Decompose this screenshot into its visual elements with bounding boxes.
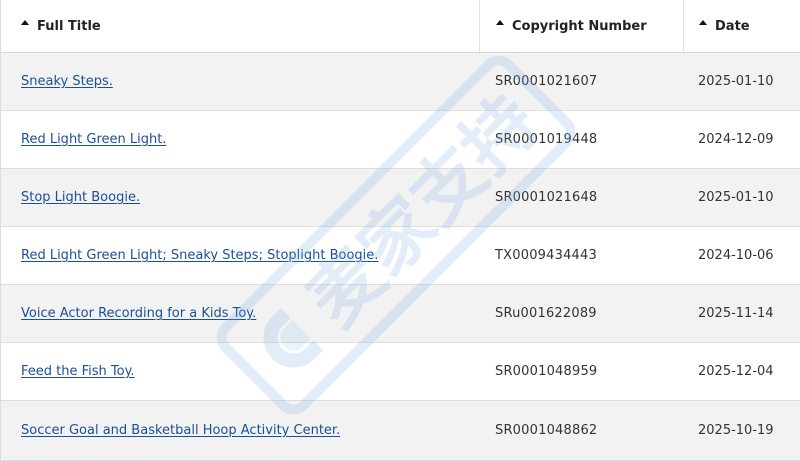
sort-up-icon[interactable]: [699, 19, 707, 25]
column-header-title-label: Full Title: [37, 18, 101, 34]
sort-up-icon[interactable]: [496, 19, 504, 25]
record-title-link[interactable]: Red Light Green Light; Sneaky Steps; Sto…: [21, 248, 378, 263]
column-header-copyright[interactable]: Copyright Number: [479, 0, 683, 52]
table-row: Feed the Fish Toy. SR0001048959 2025-12-…: [1, 343, 800, 401]
table-header: Full Title Copyright Number Date: [1, 0, 800, 53]
copyright-number: SR0001021648: [495, 190, 598, 205]
record-date: 2024-12-09: [698, 132, 774, 147]
copyright-number: SR0001048862: [495, 423, 598, 438]
column-header-title[interactable]: Full Title: [1, 0, 479, 52]
copyright-number: TX0009434443: [495, 248, 597, 263]
column-header-date[interactable]: Date: [683, 0, 800, 52]
sort-up-icon[interactable]: [21, 19, 29, 25]
record-title-link[interactable]: Sneaky Steps.: [21, 74, 113, 89]
record-title-link[interactable]: Soccer Goal and Basketball Hoop Activity…: [21, 423, 340, 438]
record-title-link[interactable]: Red Light Green Light.: [21, 132, 166, 147]
records-table: Full Title Copyright Number Date Sneaky …: [0, 0, 800, 461]
record-title-link[interactable]: Voice Actor Recording for a Kids Toy.: [21, 306, 256, 321]
copyright-number: SR0001019448: [495, 132, 598, 147]
table-row: Red Light Green Light. SR0001019448 2024…: [1, 111, 800, 169]
record-date: 2025-01-10: [698, 190, 774, 205]
table-row: Red Light Green Light; Sneaky Steps; Sto…: [1, 227, 800, 285]
table-row: Voice Actor Recording for a Kids Toy. SR…: [1, 285, 800, 343]
table-row: Stop Light Boogie. SR0001021648 2025-01-…: [1, 169, 800, 227]
record-date: 2025-12-04: [698, 364, 774, 379]
column-header-date-label: Date: [715, 18, 750, 34]
copyright-number: SR0001021607: [495, 74, 598, 89]
record-date: 2025-10-19: [698, 423, 774, 438]
record-title-link[interactable]: Feed the Fish Toy.: [21, 364, 135, 379]
column-header-copyright-label: Copyright Number: [512, 18, 647, 34]
copyright-number: SRu001622089: [495, 306, 597, 321]
copyright-number: SR0001048959: [495, 364, 598, 379]
record-title-link[interactable]: Stop Light Boogie.: [21, 190, 140, 205]
record-date: 2024-10-06: [698, 248, 774, 263]
record-date: 2025-01-10: [698, 74, 774, 89]
table-row: Sneaky Steps. SR0001021607 2025-01-10: [1, 53, 800, 111]
record-date: 2025-11-14: [698, 306, 774, 321]
table-row: Soccer Goal and Basketball Hoop Activity…: [1, 401, 800, 461]
